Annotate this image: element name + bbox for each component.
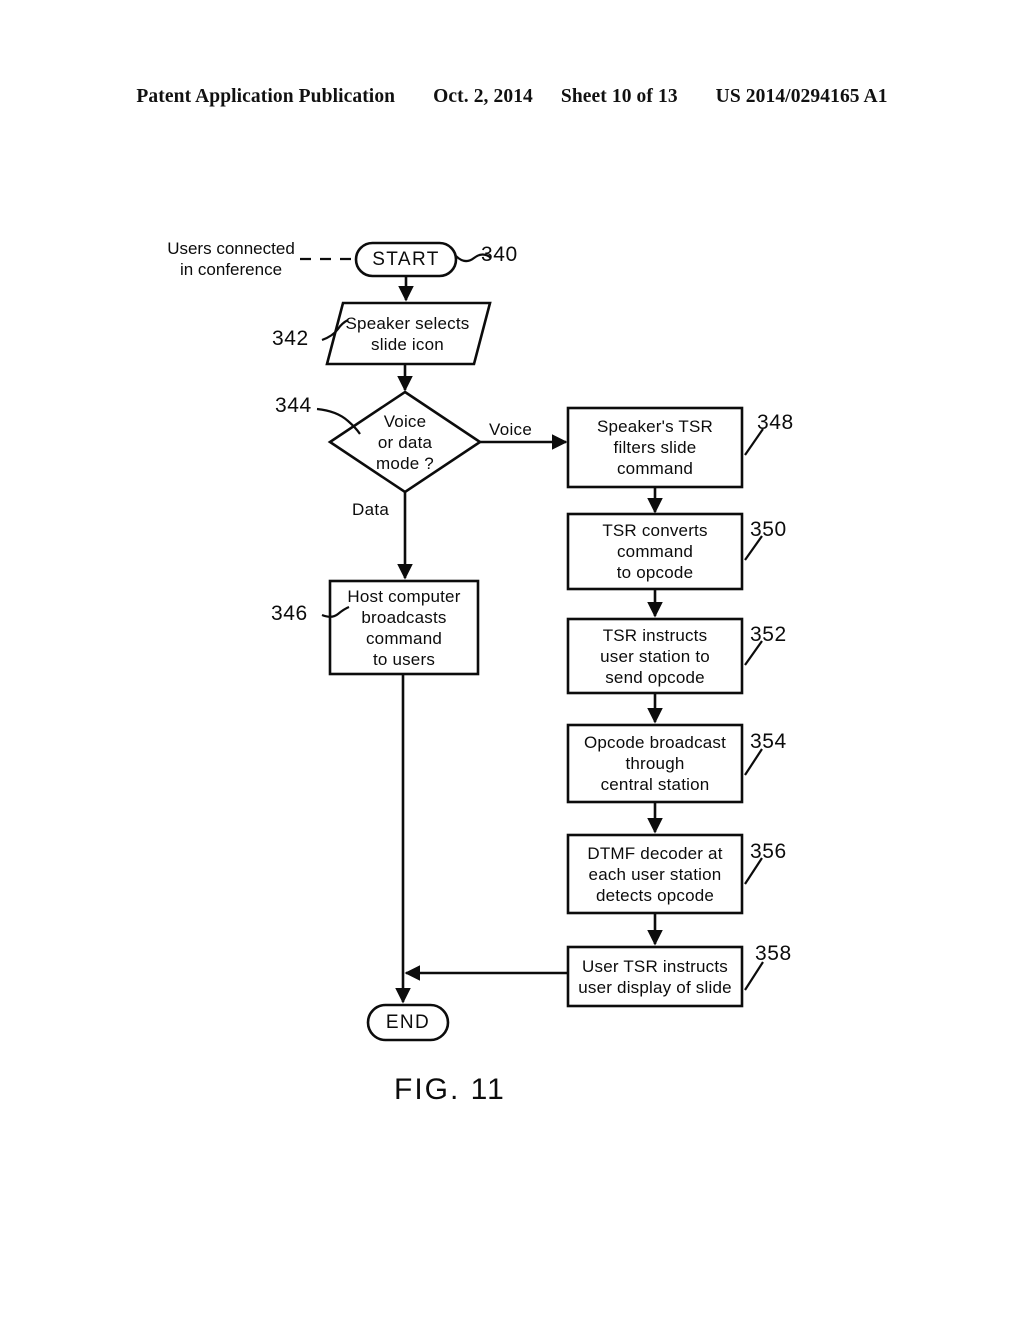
start-terminal-shape xyxy=(354,241,458,278)
user-tsr-box xyxy=(566,945,744,1008)
ref-358-leader xyxy=(744,961,764,991)
dtmf-decoder-box xyxy=(566,833,744,915)
ref-numeral-346: 346 xyxy=(271,602,308,625)
ref-346-leader xyxy=(321,605,350,618)
edge-label-data: Data xyxy=(352,500,390,519)
tsr-converts-box xyxy=(566,512,744,591)
decision-diamond-shape xyxy=(327,390,483,494)
host-broadcast-box xyxy=(328,579,480,676)
tsr-filters-box xyxy=(566,406,744,489)
ref-numeral-342: 342 xyxy=(272,327,309,350)
flowchart-drawing xyxy=(300,241,764,1042)
figure-caption: FIG. 11 xyxy=(394,1073,506,1106)
ref-numeral-354: 354 xyxy=(750,730,787,753)
edge-label-voice: Voice xyxy=(489,420,533,439)
opcode-broadcast-box xyxy=(566,723,744,804)
end-terminal-shape xyxy=(366,1003,450,1042)
ref-344-leader xyxy=(316,407,361,435)
speaker-selects-shape xyxy=(325,301,492,366)
ref-numeral-344: 344 xyxy=(275,394,312,417)
ref-numeral-352: 352 xyxy=(750,623,787,646)
tsr-instructs-box xyxy=(566,617,744,695)
ref-numeral-348: 348 xyxy=(757,411,794,434)
ref-numeral-356: 356 xyxy=(750,840,787,863)
ref-numeral-350: 350 xyxy=(750,518,787,541)
ref-numeral-358: 358 xyxy=(755,942,792,965)
ref-numeral-340: 340 xyxy=(481,243,518,266)
annotation-users-connected: Users connected in conference xyxy=(167,239,295,279)
